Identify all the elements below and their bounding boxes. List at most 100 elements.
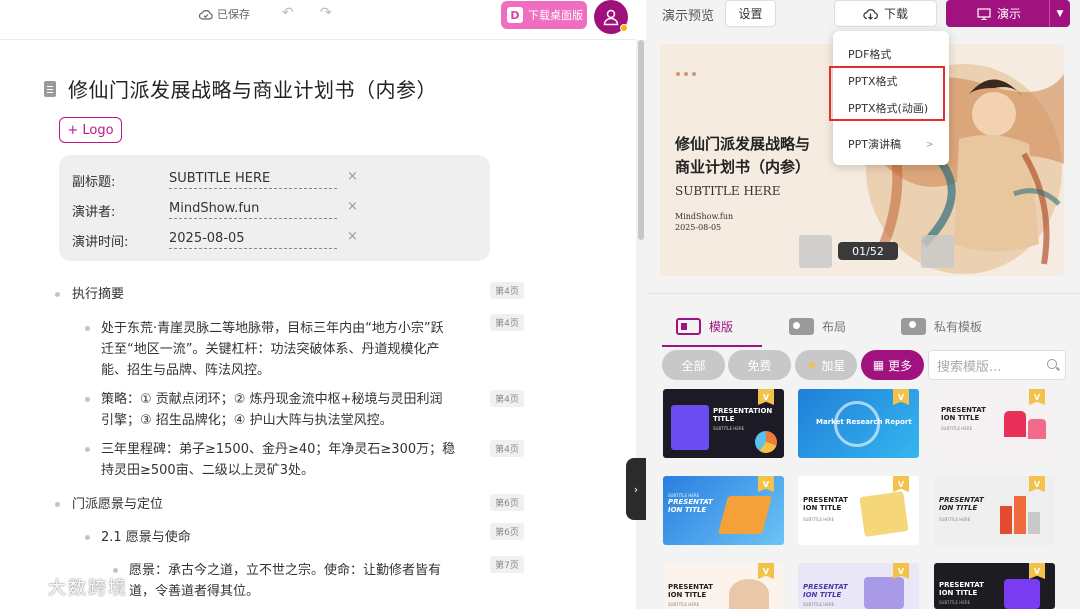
editor-scrollbar[interactable]: [636, 40, 646, 609]
template-search-input[interactable]: 搜索模版...: [928, 350, 1066, 380]
thumb-subtitle: SUBTITLE HERE: [941, 426, 973, 431]
document-editor: 已保存 ↶ ↷ D 下载桌面版 修仙门派发展战略与商业计划书（内参） + Log…: [0, 0, 636, 609]
thumb-subtitle: SUBTITLE HERE: [668, 493, 700, 498]
outline-line: 引擎；③ 招生品牌化；④ 护山大阵与执法堂风控。: [101, 413, 393, 428]
cloud-check-icon: [199, 9, 213, 20]
speaker-field[interactable]: MindShow.fun: [169, 201, 337, 219]
bullet-icon: [55, 292, 60, 297]
slide-title-line: 商业计划书（内参）: [675, 158, 811, 176]
doc-title-row: 修仙门派发展战略与商业计划书（内参）: [44, 74, 437, 103]
outline-line: 持灵田≥500亩、二级以上灵矿3处。: [101, 463, 314, 478]
outline-item[interactable]: 愿景：承古今之道，立不世之宗。使命：让勤修者皆有 道，令善道者得其位。: [129, 560, 479, 602]
document-icon: [44, 80, 56, 97]
page-title[interactable]: 修仙门派发展战略与商业计划书（内参）: [68, 74, 437, 103]
thumb-title: PRESENTAT ION TITLE: [668, 498, 713, 514]
filter-more-chip[interactable]: ▦ 更多: [861, 350, 924, 380]
time-row: 演讲时间: 2025-08-05 ×: [59, 229, 490, 253]
thumb-graphic: [755, 431, 777, 453]
thumb-graphic: [1000, 506, 1012, 534]
highlight-box: [829, 66, 945, 121]
template-thumbnail[interactable]: PRESENTATION TITLE SUBTITLE HERE V: [663, 389, 784, 458]
outline-item[interactable]: 处于东荒·青崖灵脉二等地脉带，目标三年内由“地方小宗”跃 迁至“地区一流”。关键…: [101, 318, 481, 381]
slide-subtitle: SUBTITLE HERE: [675, 184, 781, 198]
preview-panel: 演示预览 设置 下载 演示 ▼ 修仙门派发展战略与 商业计划书（内参） SUBT…: [646, 0, 1080, 609]
clear-speaker-icon[interactable]: ×: [347, 199, 358, 214]
vip-badge-icon: V: [1029, 563, 1045, 579]
panel-divider: [646, 293, 1080, 294]
outline-item[interactable]: 2.1 愿景与使命: [101, 527, 191, 548]
preview-label: 演示预览: [662, 9, 715, 24]
tab-layouts[interactable]: 布局: [789, 318, 846, 335]
filter-all-chip[interactable]: 全部: [662, 350, 725, 380]
undo-icon[interactable]: ↶: [282, 5, 294, 21]
template-thumbnail[interactable]: PRESENTAT ION TITLE SUBTITLE HERE V: [934, 476, 1055, 545]
subtitle-field[interactable]: SUBTITLE HERE: [169, 171, 337, 189]
filter-starred-chip[interactable]: ★ 加星: [795, 350, 857, 380]
outline-item[interactable]: 执行摘要: [72, 284, 124, 305]
save-status: 已保存: [199, 6, 250, 22]
template-thumbnail[interactable]: PRESENTAT ION TITLE SUBTITLE HERE V: [798, 563, 919, 609]
outline-item[interactable]: 门派愿景与定位: [72, 494, 163, 515]
scroll-thumb[interactable]: [638, 40, 644, 240]
watermark-label: 大数跨境: [48, 578, 128, 599]
thumb-title: PRESENTAT ION TITLE: [803, 496, 848, 512]
outline-item[interactable]: 三年里程碑：弟子≥1500、金丹≥40；年净灵石≥300万；稳 持灵田≥500亩…: [101, 439, 481, 481]
clear-time-icon[interactable]: ×: [347, 229, 358, 244]
user-icon: [603, 9, 619, 26]
vip-badge-icon: V: [758, 476, 774, 492]
slide-prev-button[interactable]: [799, 235, 832, 268]
menu-item-pdf[interactable]: PDF格式: [848, 46, 891, 62]
vip-badge-icon: V: [1029, 389, 1045, 405]
page-tag: 第4页: [490, 314, 524, 331]
thumb-graphic: [1028, 419, 1046, 439]
meta-panel: 副标题: SUBTITLE HERE × 演讲者: MindShow.fun ×…: [59, 155, 490, 261]
page-tag: 第4页: [490, 390, 524, 407]
outline-line: 处于东荒·青崖灵脉二等地脉带，目标三年内由“地方小宗”跃: [101, 321, 444, 336]
thumb-graphic: [1004, 411, 1026, 437]
template-thumbnail[interactable]: Market Research Report V: [798, 389, 919, 458]
tab-templates[interactable]: 模版: [676, 318, 733, 335]
thumb-title: Market Research Report: [816, 418, 912, 426]
time-field[interactable]: 2025-08-05: [169, 231, 337, 249]
template-thumbnail[interactable]: PRESENTAT ION TITLE SUBTITLE HERE V: [934, 563, 1055, 609]
thumb-title: PRESENTAT ION TITLE: [939, 496, 984, 512]
avatar[interactable]: [594, 0, 628, 34]
template-thumbnail[interactable]: PRESENTAT ION TITLE SUBTITLE HERE V: [934, 389, 1055, 458]
present-button[interactable]: 演示: [946, 0, 1052, 27]
clear-subtitle-icon[interactable]: ×: [347, 169, 358, 184]
search-placeholder: 搜索模版...: [937, 359, 1002, 375]
present-options-button[interactable]: ▼: [1049, 0, 1070, 27]
outline-line: 道，令善道者得其位。: [129, 584, 260, 599]
chevron-right-icon: ›: [633, 482, 639, 496]
menu-item-ppt-script[interactable]: PPT演讲稿: [848, 136, 901, 152]
slide-next-button[interactable]: [921, 235, 954, 268]
vip-badge-icon: V: [893, 476, 909, 492]
outline-line: 三年里程碑：弟子≥1500、金丹≥40；年净灵石≥300万；稳: [101, 442, 456, 457]
download-button[interactable]: 下载: [834, 0, 937, 27]
tab-private-templates[interactable]: 私有模板: [901, 318, 982, 335]
speaker-row: 演讲者: MindShow.fun ×: [59, 199, 490, 223]
thumb-title: PRESENTAT ION TITLE: [939, 581, 984, 597]
template-icon: [676, 318, 701, 335]
app-logo-icon: D: [507, 7, 523, 23]
filter-free-chip[interactable]: 免费: [728, 350, 791, 380]
template-thumbnail[interactable]: PRESENTAT ION TITLE SUBTITLE HERE V: [663, 563, 784, 609]
thumb-graphic: [671, 405, 709, 450]
page-tag: 第4页: [490, 282, 524, 299]
layout-icon: [789, 318, 814, 335]
template-thumbnail[interactable]: PRESENTAT ION TITLE SUBTITLE HERE V: [798, 476, 919, 545]
thumb-subtitle: SUBTITLE HERE: [803, 517, 835, 522]
redo-icon[interactable]: ↷: [320, 5, 332, 21]
bullet-icon: [85, 326, 90, 331]
outline-item[interactable]: 策略：① 贡献点闭环；② 炼丹现金流中枢+秘境与灵田利润 引擎；③ 招生品牌化；…: [101, 389, 481, 431]
add-logo-button[interactable]: + Logo: [59, 117, 122, 143]
thumb-graphic: [1028, 512, 1040, 534]
template-thumbnail[interactable]: PRESENTAT ION TITLE SUBTITLE HERE V: [663, 476, 784, 545]
outline-line: 策略：① 贡献点闭环；② 炼丹现金流中枢+秘境与灵田利润: [101, 392, 443, 407]
download-desktop-button[interactable]: D 下载桌面版: [501, 1, 587, 29]
editor-toolbar: 已保存 ↶ ↷ D 下载桌面版: [0, 0, 636, 34]
collapse-panel-button[interactable]: ›: [626, 458, 646, 520]
outline-line: 迁至“地区一流”。关键杠杆：功法突破体系、丹道规模化产: [101, 342, 440, 357]
settings-button[interactable]: 设置: [725, 0, 776, 27]
slide-title: 修仙门派发展战略与 商业计划书（内参）: [675, 133, 845, 179]
